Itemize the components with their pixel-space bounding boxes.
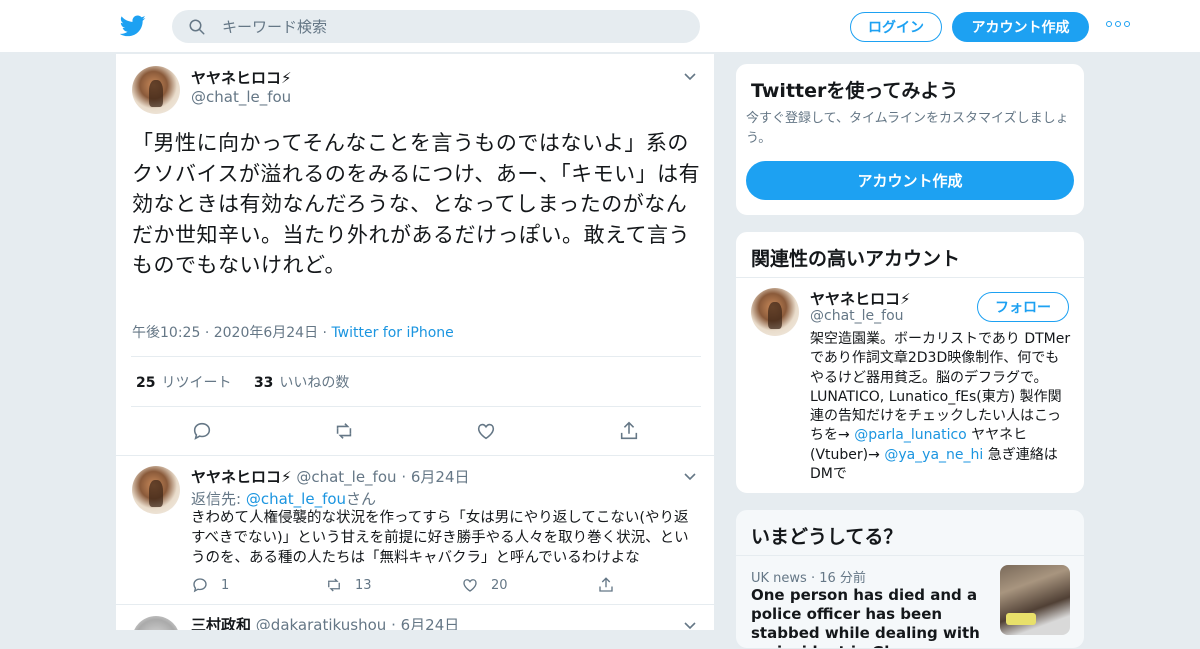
signup-button[interactable]: アカウント作成 <box>952 12 1089 42</box>
tweet-text: 「男性に向かってそんなことを言うものではないよ」系のクソバイスが溢れるのをみるに… <box>132 131 701 277</box>
avatar[interactable] <box>132 466 180 514</box>
more-icon[interactable] <box>1106 21 1130 31</box>
tweet-date[interactable]: 6月24日 <box>411 468 470 486</box>
reply-icon <box>193 578 207 593</box>
trend-thumbnail[interactable] <box>1000 565 1070 635</box>
join-card: Twitterを使ってみよう 今すぐ登録して、タイムラインをカスタマイズしましょ… <box>735 63 1085 216</box>
tweet-source-link[interactable]: Twitter for iPhone <box>331 325 453 341</box>
trend-headline[interactable]: One person has died and a police officer… <box>751 586 986 648</box>
divider <box>736 555 1084 556</box>
reply-to-handle[interactable]: @chat_le_fou <box>246 490 346 508</box>
reply-count: 1 <box>221 577 230 593</box>
like-count: 33 <box>253 375 274 391</box>
card-title: 関連性の高いアカウント <box>751 248 961 270</box>
divider <box>736 277 1084 278</box>
retweet-action[interactable]: 13 <box>325 576 372 594</box>
chevron-down-icon[interactable] <box>684 70 696 82</box>
chevron-down-icon[interactable] <box>684 470 696 482</box>
trend-time: 16 分前 <box>819 571 866 586</box>
separator: · <box>204 325 214 341</box>
like-icon[interactable] <box>475 420 497 442</box>
author-name[interactable]: 三村政和 <box>191 616 251 630</box>
login-button[interactable]: ログイン <box>850 12 942 42</box>
search-icon <box>189 19 205 35</box>
divider <box>116 455 714 456</box>
chevron-down-icon[interactable] <box>684 619 696 630</box>
like-icon <box>463 579 477 592</box>
signup-button[interactable]: アカウント作成 <box>746 161 1074 200</box>
avatar[interactable] <box>132 616 180 630</box>
retweet-stat[interactable]: 25 リツイート <box>136 375 231 391</box>
share-icon[interactable] <box>618 420 640 442</box>
related-accounts-card: 関連性の高いアカウント ヤヤネヒロコ⚡ @chat_le_fou フォロー 架空… <box>735 231 1085 494</box>
trend-meta: UK news · 16 分前 <box>751 567 866 586</box>
like-stat[interactable]: 33 いいねの数 <box>254 375 349 391</box>
divider <box>116 604 714 605</box>
retweet-count: 13 <box>355 577 372 593</box>
tweet-date[interactable]: 2020年6月24日 <box>214 325 318 341</box>
reply-action[interactable]: 1 <box>191 576 229 594</box>
tweet-stats: 25 リツイート 33 いいねの数 <box>136 372 349 392</box>
tweet-date[interactable]: 6月24日 <box>401 616 460 630</box>
reply-to-suffix: さん <box>346 490 377 508</box>
bio-text: 架空造園業。ボーカリストであり <box>810 331 1020 347</box>
separator: · <box>401 468 407 486</box>
avatar[interactable] <box>751 288 799 336</box>
card-subtitle: 今すぐ登録して、タイムラインをカスタマイズしましょう。 <box>746 111 1069 146</box>
account-bio: 架空造園業。ボーカリストであり DTMerであり作詞文章2D3D映像制作、何でも… <box>810 330 1072 484</box>
reply-to-label: 返信先: <box>191 490 242 508</box>
separator: · <box>810 571 820 586</box>
separator: · <box>391 616 396 630</box>
author-name[interactable]: ヤヤネヒロコ⚡ <box>191 468 292 486</box>
reply-header: 三村政和 @dakaratikushou · 6月24日 <box>191 614 459 630</box>
divider <box>131 356 701 357</box>
follow-button[interactable]: フォロー <box>977 292 1069 322</box>
share-action[interactable] <box>597 576 615 594</box>
search-box[interactable] <box>172 10 700 43</box>
like-count: 20 <box>491 577 508 593</box>
card-title: いまどうしてる？ <box>751 526 903 548</box>
trend-source: UK news <box>751 571 807 586</box>
retweet-icon <box>328 578 340 592</box>
tweet-meta: 午後10:25 · 2020年6月24日 · Twitter for iPhon… <box>132 322 454 342</box>
avatar[interactable] <box>132 66 180 114</box>
account-name[interactable]: ヤヤネヒロコ⚡ <box>810 288 911 309</box>
top-bar: ログイン アカウント作成 <box>0 0 1200 53</box>
card-title: Twitterを使ってみよう <box>751 80 959 102</box>
trends-card: いまどうしてる？ UK news · 16 分前 One person has … <box>735 509 1085 649</box>
reply-to-line: 返信先: @chat_le_fouさん <box>191 488 376 509</box>
author-name[interactable]: ヤヤネヒロコ⚡ <box>191 67 292 88</box>
like-label: いいねの数 <box>279 375 350 391</box>
bio-link[interactable]: @ya_ya_ne_hi <box>884 447 983 463</box>
retweet-icon[interactable] <box>333 420 355 442</box>
account-handle[interactable]: @chat_le_fou <box>810 308 904 324</box>
twitter-bird-icon[interactable] <box>120 13 146 39</box>
author-handle[interactable]: @chat_le_fou <box>191 88 291 106</box>
reply-header: ヤヤネヒロコ⚡ @chat_le_fou · 6月24日 <box>191 466 470 487</box>
author-handle[interactable]: @chat_le_fou <box>296 468 396 486</box>
search-input[interactable] <box>222 10 682 43</box>
reply-text: きわめて人権侵襲的な状況を作ってすら「女は男にやり返してこない(やり返すべきでな… <box>191 510 689 566</box>
bio-link[interactable]: @parla_lunatico <box>854 427 967 443</box>
divider <box>131 406 701 407</box>
author-handle[interactable]: @dakaratikushou <box>256 616 386 630</box>
reply-icon[interactable] <box>191 420 213 442</box>
retweet-label: リツイート <box>161 375 232 391</box>
share-icon <box>599 577 613 592</box>
tweet-column: ヤヤネヒロコ⚡ @chat_le_fou 「男性に向かってそんなことを言うもので… <box>115 54 715 630</box>
retweet-count: 25 <box>136 375 156 391</box>
like-action[interactable]: 20 <box>461 576 508 594</box>
tweet-time: 午後10:25 <box>132 325 201 341</box>
